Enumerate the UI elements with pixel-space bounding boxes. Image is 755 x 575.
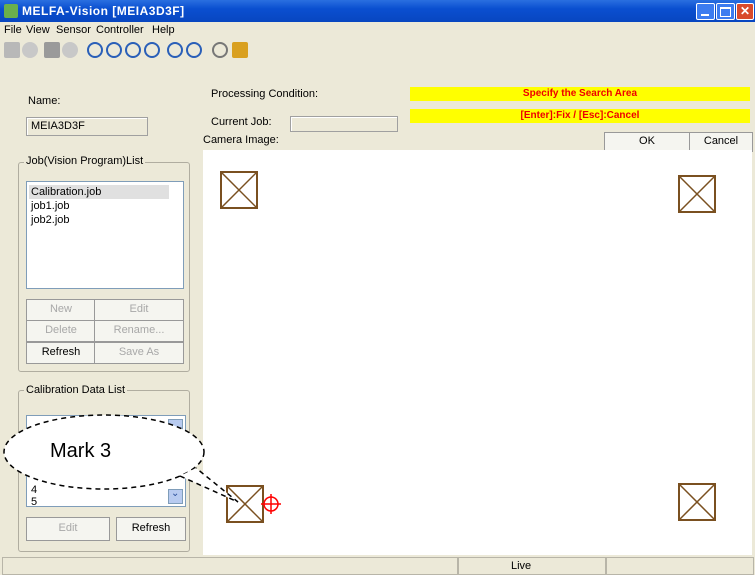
calibration-refresh-button[interactable]: Refresh — [116, 517, 186, 541]
camera-icon[interactable] — [44, 42, 60, 58]
status-live: Live — [511, 560, 532, 572]
close-button[interactable]: ✕ — [736, 3, 754, 20]
disconnect-icon[interactable] — [22, 42, 38, 58]
menu-file[interactable]: File — [4, 24, 22, 36]
name-field: MEIA3D3F — [26, 117, 148, 136]
cancel-button[interactable]: Cancel — [689, 132, 753, 152]
refresh-button[interactable]: Refresh — [26, 342, 96, 364]
new-button[interactable]: New — [26, 299, 96, 321]
stop-icon[interactable] — [62, 42, 78, 58]
search-mark-1 — [220, 171, 258, 209]
list-item-selected[interactable]: Calibration.job — [29, 185, 169, 199]
edit-button[interactable]: Edit — [94, 299, 184, 321]
job-item-job1[interactable]: job1.job — [31, 200, 70, 212]
search-icon[interactable] — [212, 42, 228, 58]
message-line-1: Specify the Search Area — [410, 87, 750, 101]
status-cell-live: Live — [458, 557, 606, 575]
current-job-field — [290, 116, 398, 132]
delete-button[interactable]: Delete — [26, 320, 96, 342]
job-item-calibration: Calibration.job — [31, 186, 102, 198]
minimize-icon — [701, 14, 709, 16]
camera-image-label: Camera Image: — [203, 134, 279, 146]
status-cell-right — [606, 557, 754, 575]
zoom-fit-icon[interactable] — [125, 42, 141, 58]
menu-help[interactable]: Help — [152, 24, 175, 36]
job-item-job2[interactable]: job2.job — [31, 214, 70, 226]
maximize-button[interactable] — [716, 3, 735, 20]
current-job-label: Current Job: — [211, 116, 272, 128]
job-list-title: Job(Vision Program)List — [24, 155, 146, 167]
search-mark-4 — [678, 483, 716, 521]
title-bar: MELFA-Vision [MEIA3D3F] ✕ — [0, 0, 755, 22]
ok-button[interactable]: OK — [604, 132, 690, 152]
rename-button[interactable]: Rename... — [94, 320, 184, 342]
zoom-out-icon[interactable] — [106, 42, 122, 58]
menu-bar: File View Sensor Controller Help — [0, 22, 755, 38]
name-label: Name: — [28, 95, 61, 107]
image-icon[interactable] — [232, 42, 248, 58]
zoom-actual-icon[interactable] — [144, 42, 160, 58]
job-listbox[interactable]: Calibration.job job1.job job2.job — [26, 181, 184, 289]
search-mark-2 — [678, 175, 716, 213]
processing-condition-label: Processing Condition: — [211, 88, 319, 100]
camera-image-canvas[interactable] — [203, 150, 752, 555]
calibration-list-title: Calibration Data List — [24, 384, 128, 396]
status-cell-left — [2, 557, 458, 575]
close-icon: ✕ — [740, 4, 751, 18]
menu-sensor[interactable]: Sensor — [56, 24, 91, 36]
app-icon — [4, 4, 18, 18]
zoom-reset-icon[interactable] — [186, 42, 202, 58]
callout-text: Mark 3 — [50, 440, 112, 462]
callout-bubble — [3, 414, 239, 503]
toolbar — [0, 39, 755, 61]
menu-view[interactable]: View — [26, 24, 50, 36]
minimize-button[interactable] — [696, 3, 715, 20]
zoom-in-icon[interactable] — [87, 42, 103, 58]
menu-controller[interactable]: Controller — [96, 24, 144, 36]
name-value: MEIA3D3F — [31, 120, 85, 132]
message-line-2: [Enter]:Fix / [Esc]:Cancel — [410, 109, 750, 123]
save-as-button[interactable]: Save As — [94, 342, 184, 364]
window-title: MELFA-Vision [MEIA3D3F] — [22, 4, 185, 18]
connect-icon[interactable] — [4, 42, 20, 58]
status-bar: Live — [0, 556, 755, 575]
calibration-edit-button[interactable]: Edit — [26, 517, 110, 541]
maximize-icon — [720, 7, 731, 17]
zoom-area-icon[interactable] — [167, 42, 183, 58]
